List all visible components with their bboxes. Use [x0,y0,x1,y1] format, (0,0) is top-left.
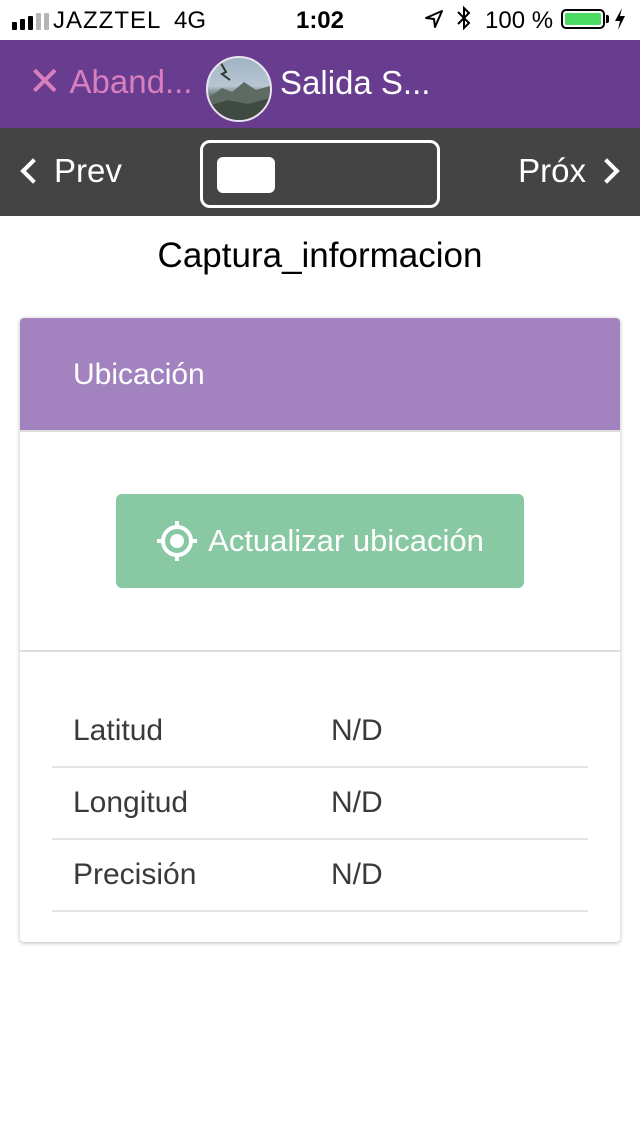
update-location-button[interactable]: Actualizar ubicación [116,494,524,588]
precision-label: Precisión [73,858,197,891]
prev-label: Prev [54,152,122,189]
chevron-left-icon [20,158,46,184]
longitude-value: N/D [331,786,383,819]
page-progress-indicator[interactable] [200,140,440,208]
charging-bolt-icon [614,7,626,37]
avatar [206,56,272,122]
prev-button[interactable]: Prev [18,152,122,190]
card-divider [20,650,620,652]
card-header-title: Ubicación [73,358,205,391]
battery-percentage: 100 % [485,7,554,34]
app-header: ✕ Aband... Salida S... [0,40,640,128]
next-button[interactable]: Próx [518,152,622,190]
page-title: Captura_informacion [157,236,483,275]
close-icon: ✕ [28,60,62,104]
abandon-button[interactable]: ✕ Aband... [28,62,192,102]
latitude-value: N/D [331,714,383,747]
battery-icon [561,9,605,29]
precision-row: Precisión N/D [52,838,588,912]
chevron-right-icon [594,158,620,184]
longitude-label: Longitud [73,786,189,819]
status-bar: JAZZTEL 4G 1:02 100 % [0,0,640,40]
page-progress-fill [217,157,275,193]
battery-nub [606,15,609,23]
bluetooth-icon [455,5,473,38]
form-navigation-bar: Prev Próx [0,128,640,216]
location-arrow-icon [424,8,444,36]
abandon-label: Aband... [69,63,193,100]
card-header: Ubicación [20,318,620,432]
update-location-label: Actualizar ubicación [208,523,484,558]
latitude-label: Latitud [73,714,164,747]
next-label: Próx [518,152,586,189]
latitude-row: Latitud N/D [52,694,588,768]
app-title: Salida S... [280,64,431,101]
location-card: Ubicación Actualizar ubicación Latitud N… [20,318,620,942]
precision-value: N/D [331,858,383,891]
crosshair-target-icon [156,520,198,562]
longitude-row: Longitud N/D [52,766,588,840]
